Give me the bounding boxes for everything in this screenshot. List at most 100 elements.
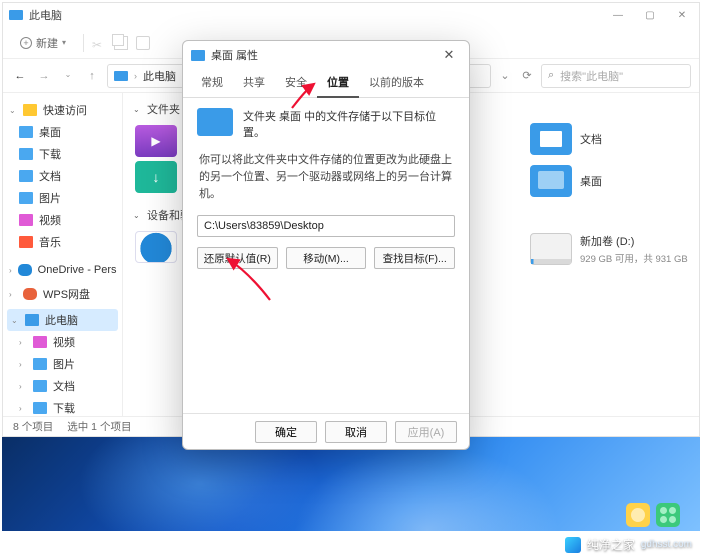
- desktop-icon: [19, 126, 33, 138]
- cut-icon[interactable]: [92, 36, 106, 50]
- location-description: 你可以将此文件夹中文件存储的位置更改为此硬盘上的另一个位置、另一个驱动器或网络上…: [199, 152, 453, 203]
- sidebar-wps[interactable]: ›WPS网盘: [3, 283, 122, 305]
- nav-chevron-down-icon[interactable]: ⌄: [59, 70, 77, 82]
- sidebar-item-documents[interactable]: 文档: [3, 165, 122, 187]
- caret-down-icon: ⌄: [133, 105, 141, 114]
- window-controls: — ▢ ✕: [607, 10, 693, 21]
- dialog-footer: 确定 取消 应用(A): [183, 413, 469, 449]
- sidebar-item-pictures[interactable]: › 图片: [3, 353, 122, 375]
- plus-icon: +: [20, 37, 32, 49]
- desktop-folder-icon: [197, 108, 233, 136]
- dialog-body: 文件夹 桌面 中的文件存储于以下目标位置。 你可以将此文件夹中文件存储的位置更改…: [183, 98, 469, 413]
- drive-label: 新加卷 (D:): [580, 236, 634, 248]
- this-pc-icon: [114, 71, 128, 81]
- minimize-button[interactable]: —: [607, 10, 629, 21]
- window-title: 此电脑: [29, 7, 62, 23]
- refresh-icon[interactable]: ⟳: [519, 69, 535, 82]
- tab-security[interactable]: 安全: [275, 69, 317, 97]
- address-actions: ⌄ ⟳: [497, 69, 535, 82]
- nav-up-icon[interactable]: ↑: [83, 70, 101, 82]
- caret-right-icon: ›: [19, 404, 27, 413]
- document-icon: [19, 170, 33, 182]
- sidebar-item-label: 文档: [39, 168, 61, 184]
- sidebar-item-label: OneDrive - Pers: [38, 264, 117, 276]
- move-button[interactable]: 移动(M)...: [286, 247, 367, 269]
- folder-documents[interactable]: 文档: [528, 121, 688, 157]
- sidebar-item-label: 音乐: [39, 234, 61, 250]
- caret-right-icon: ›: [19, 360, 27, 369]
- sidebar-item-videos[interactable]: 视频: [3, 209, 122, 231]
- new-button-label: 新建: [36, 35, 58, 51]
- caret-right-icon: ›: [9, 266, 12, 275]
- sidebar-quick-access[interactable]: ⌄ 快速访问: [3, 99, 122, 121]
- taskbar-icon[interactable]: [656, 503, 680, 527]
- sidebar-item-label: 视频: [53, 334, 75, 350]
- sidebar-item-downloads[interactable]: › 下载: [3, 397, 122, 416]
- download-folder-icon: [135, 161, 177, 193]
- this-pc-icon: [25, 314, 39, 326]
- sidebar-this-pc[interactable]: ⌄此电脑: [7, 309, 118, 331]
- folder-label: 桌面: [580, 173, 602, 189]
- nav-arrows: ← → ⌄ ↑: [11, 70, 101, 82]
- explorer-titlebar: 此电脑 — ▢ ✕: [3, 3, 699, 27]
- sidebar-item-label: 视频: [39, 212, 61, 228]
- nav-forward-icon[interactable]: →: [35, 70, 53, 82]
- navigation-pane: ⌄ 快速访问 桌面 下载 文档 图片 视频 音乐 › OneDrive - Per…: [3, 93, 123, 416]
- maximize-button[interactable]: ▢: [639, 10, 661, 21]
- taskbar-fragment: [626, 503, 680, 527]
- chevron-down-icon: ▾: [62, 38, 66, 47]
- paste-icon[interactable]: [136, 36, 150, 50]
- find-target-button[interactable]: 查找目标(F)...: [374, 247, 455, 269]
- download-icon: [19, 148, 33, 160]
- sidebar-item-desktop[interactable]: 桌面: [3, 121, 122, 143]
- caret-right-icon: ›: [19, 382, 27, 391]
- dialog-title: 桌面 属性: [211, 47, 258, 63]
- sidebar-item-label: 下载: [53, 400, 75, 416]
- apply-button[interactable]: 应用(A): [395, 421, 457, 443]
- restore-default-button[interactable]: 还原默认值(R): [197, 247, 278, 269]
- dialog-close-button[interactable]: ✕: [437, 47, 461, 63]
- tab-sharing[interactable]: 共享: [233, 69, 275, 97]
- video-icon: [19, 214, 33, 226]
- folder-label: 文档: [580, 131, 602, 147]
- copy-icon[interactable]: [114, 36, 128, 50]
- taskbar-icon[interactable]: [626, 503, 650, 527]
- desktop-folder-icon: [530, 165, 572, 197]
- sidebar-item-videos[interactable]: ›视频: [3, 331, 122, 353]
- video-folder-icon: [135, 125, 177, 157]
- sidebar-item-music[interactable]: 音乐: [3, 231, 122, 253]
- sidebar-item-downloads[interactable]: 下载: [3, 143, 122, 165]
- close-button[interactable]: ✕: [671, 10, 693, 21]
- nav-back-icon[interactable]: ←: [11, 70, 29, 82]
- sidebar-item-documents[interactable]: › 文档: [3, 375, 122, 397]
- properties-dialog: 桌面 属性 ✕ 常规 共享 安全 位置 以前的版本 文件夹 桌面 中的文件存储于…: [182, 40, 470, 450]
- tab-previous-versions[interactable]: 以前的版本: [359, 69, 434, 97]
- sidebar-item-label: 文档: [53, 378, 75, 394]
- tab-general[interactable]: 常规: [191, 69, 233, 97]
- caret-down-icon: ⌄: [133, 211, 141, 220]
- document-folder-icon: [530, 123, 572, 155]
- cloud-icon: [18, 264, 32, 276]
- tab-location[interactable]: 位置: [317, 69, 359, 98]
- disk-drive-icon: [530, 233, 572, 265]
- chevron-right-icon: ›: [134, 71, 137, 81]
- search-input[interactable]: ⌕ 搜索"此电脑": [541, 64, 691, 88]
- watermark: 纯净之家 gdhsst.com: [565, 536, 692, 553]
- sidebar-item-label: 图片: [53, 356, 75, 372]
- sidebar-item-label: 桌面: [39, 124, 61, 140]
- drive-sublabel: 929 GB 可用，共 931 GB: [580, 251, 688, 265]
- breadcrumb-root: 此电脑: [143, 68, 176, 84]
- drive-d[interactable]: 新加卷 (D:) 929 GB 可用，共 931 GB: [528, 231, 702, 267]
- new-button[interactable]: + 新建 ▾: [11, 31, 75, 55]
- ok-button[interactable]: 确定: [255, 421, 317, 443]
- music-icon: [19, 236, 33, 248]
- cancel-button[interactable]: 取消: [325, 421, 387, 443]
- target-path-input[interactable]: [197, 215, 455, 237]
- sidebar-onedrive[interactable]: › OneDrive - Pers: [3, 261, 122, 279]
- folder-desktop[interactable]: 桌面: [528, 163, 688, 199]
- chevron-down-icon[interactable]: ⌄: [497, 69, 513, 82]
- this-pc-icon: [9, 10, 23, 20]
- sidebar-item-pictures[interactable]: 图片: [3, 187, 122, 209]
- sidebar-item-label: 图片: [39, 190, 61, 206]
- watermark-logo-icon: [565, 537, 581, 553]
